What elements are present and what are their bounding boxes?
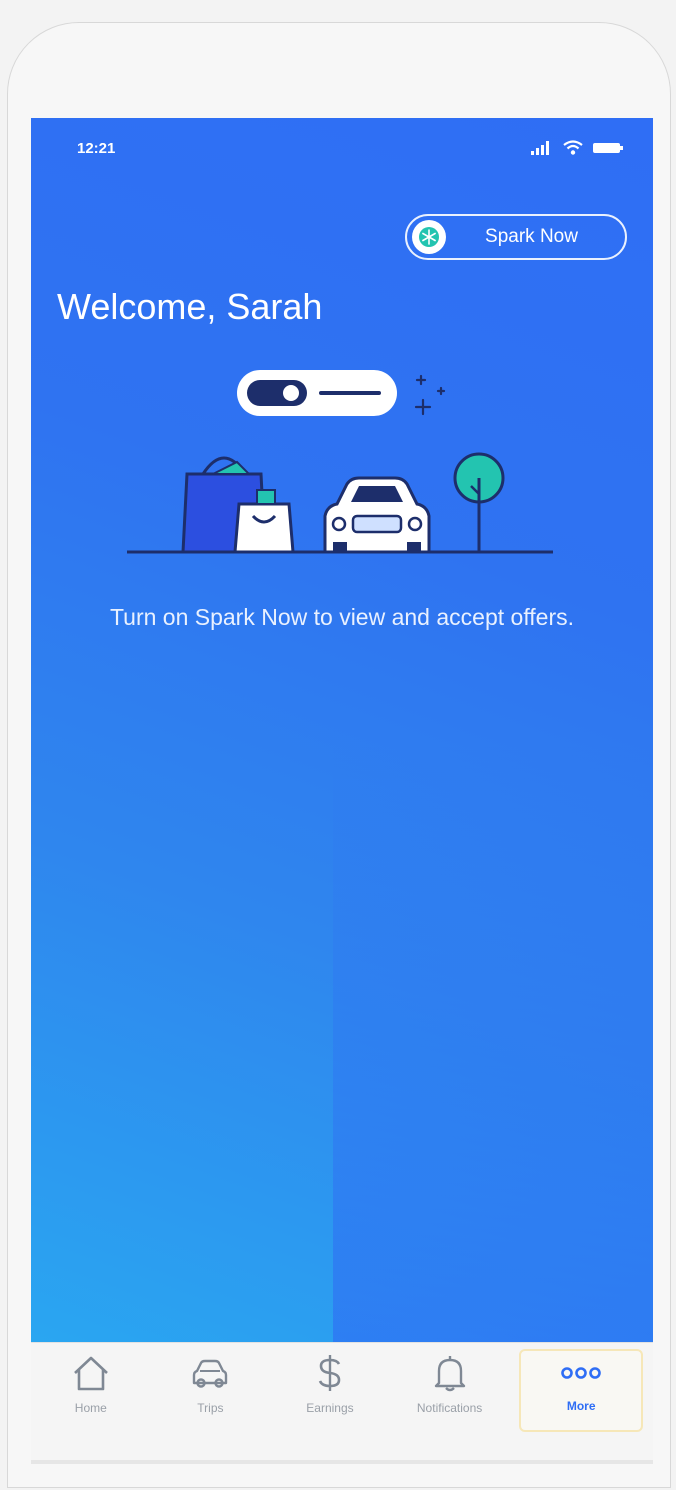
battery-icon [593,142,623,153]
tab-more-label: More [566,1399,596,1413]
home-indicator-area [31,1460,653,1464]
home-icon [73,1356,108,1391]
status-icons [531,140,623,155]
tab-trips-label: Trips [197,1401,224,1415]
bottom-tab-bar: Home Trips Earnings Notifications More [31,1342,653,1460]
more-dots-icon [561,1367,601,1379]
tab-trips[interactable]: Trips [151,1343,271,1460]
tab-home[interactable]: Home [31,1343,151,1460]
dollar-icon [318,1355,341,1391]
status-time: 12:21 [77,140,116,157]
car-illustration-icon [323,476,431,554]
bell-icon [434,1356,465,1392]
spark-now-toggle[interactable]: Spark Now [405,214,627,260]
spark-now-label: Spark Now [485,226,578,247]
spark-now-prompt: Turn on Spark Now to view and accept off… [109,604,575,630]
tab-earnings-label: Earnings [306,1401,354,1415]
shopping-delivery-illustration [127,370,553,554]
tab-notifications[interactable]: Notifications [390,1343,510,1460]
spark-knob [412,220,446,254]
tab-home-label: Home [74,1401,107,1415]
welcome-heading: Welcome, Sarah [57,286,323,327]
toggle-illustration-icon [237,370,397,416]
wifi-icon [563,140,583,155]
car-icon [193,1359,228,1388]
tab-notifications-label: Notifications [416,1401,483,1415]
home-screen: 12:21 Spark Now Welcome, Sarah Turn on S… [31,118,653,1342]
tab-more[interactable]: More [519,1349,643,1432]
signal-icon [531,140,549,155]
tree-icon [453,452,505,552]
snowflake-icon [419,227,439,247]
sparkle-icon [414,374,446,416]
tab-earnings[interactable]: Earnings [270,1343,390,1460]
